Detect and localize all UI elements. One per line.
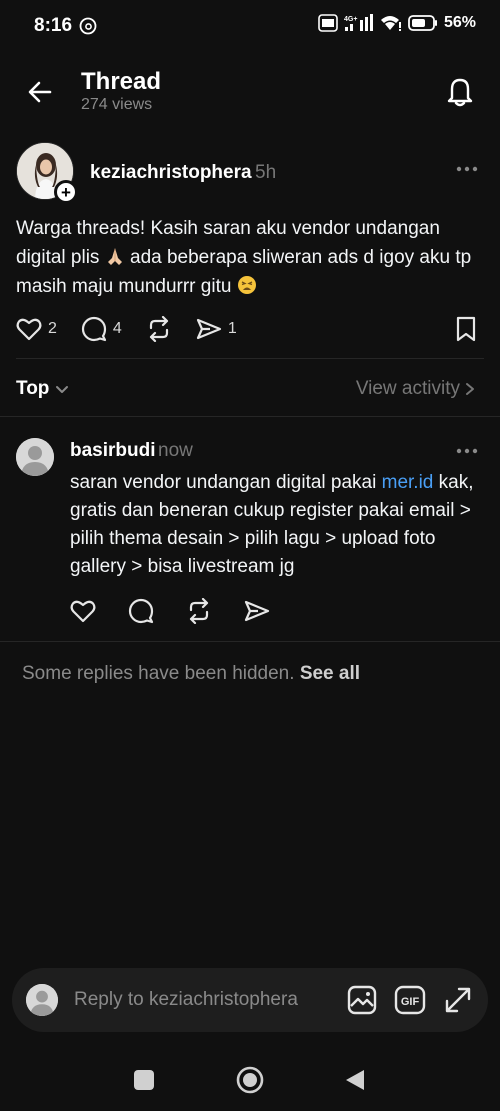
reply-username[interactable]: basirbudi (70, 440, 156, 462)
system-nav-bar (0, 1050, 500, 1111)
bell-icon[interactable] (444, 74, 476, 108)
wifi-icon (380, 16, 401, 31)
home-button[interactable] (236, 1066, 264, 1094)
reply-text: saran vendor undangan digital pakai mer.… (70, 469, 490, 581)
more-icon[interactable] (456, 446, 478, 456)
nav-back-icon[interactable] (344, 1068, 366, 1092)
comment-count: 4 (112, 320, 122, 337)
send-icon (196, 318, 221, 340)
composer-avatar (26, 984, 58, 1016)
post-actions: 2 4 1 (16, 316, 261, 342)
status-time: 8:16 (34, 15, 73, 36)
share-count: 1 (227, 320, 237, 337)
post-username[interactable]: keziachristophera (90, 162, 252, 184)
battery-percent: 56% (443, 14, 476, 31)
post-text: Warga threads! Kasih saran aku vendor un… (16, 214, 486, 301)
see-all-link[interactable]: See all (300, 663, 360, 684)
follow-plus-button[interactable]: + (54, 180, 78, 204)
like-count: 2 (48, 320, 57, 337)
svg-text:4G+: 4G+ (344, 16, 357, 23)
reply-link[interactable]: mer.id (382, 472, 434, 493)
reply-actions (70, 598, 294, 624)
repost-icon (149, 316, 168, 342)
status-indicators: 4G+ 56% (318, 14, 476, 32)
like-button[interactable]: 2 (16, 317, 57, 341)
praying-hands-icon (107, 248, 122, 265)
volte-icon (318, 14, 338, 32)
post-avatar[interactable]: + (16, 142, 78, 204)
heart-icon (16, 318, 42, 341)
chevron-right-icon[interactable] (464, 382, 476, 396)
reply-composer: GIF (12, 968, 488, 1032)
comment-button[interactable]: 4 (81, 316, 122, 342)
reply-avatar[interactable] (16, 438, 54, 476)
view-activity-link[interactable]: View activity (356, 378, 460, 400)
default-avatar-icon (26, 984, 58, 1016)
reply-input[interactable] (74, 968, 334, 1032)
reply-time: now (158, 440, 193, 461)
reply-repost-button[interactable] (186, 598, 212, 624)
page-title: Thread (81, 68, 162, 95)
bookmark-icon[interactable] (456, 316, 476, 342)
sort-row: Top View activity (0, 372, 500, 408)
repost-icon (189, 598, 209, 624)
post-time: 5h (255, 162, 277, 183)
sort-dropdown[interactable]: Top (16, 378, 49, 400)
gif-icon[interactable]: GIF (394, 984, 426, 1016)
reply-like-button[interactable] (70, 599, 96, 623)
comment-icon (81, 316, 107, 342)
divider (0, 416, 500, 417)
weary-face-icon (237, 276, 256, 294)
share-button[interactable]: 1 (196, 317, 237, 341)
repost-button[interactable] (146, 316, 172, 342)
header: Thread 274 views (0, 60, 500, 126)
views-count: 274 views (81, 96, 153, 113)
chevron-down-icon[interactable] (55, 382, 69, 396)
send-icon (244, 600, 270, 622)
divider (16, 358, 484, 359)
reply-comment-button[interactable] (128, 598, 154, 624)
status-bar: 8:16 4G+ 56% (0, 0, 500, 52)
svg-text:GIF: GIF (401, 996, 420, 1008)
signal-icon: 4G+ (344, 14, 373, 31)
divider (0, 641, 500, 642)
hidden-replies-note: Some replies have been hidden. See all (22, 663, 360, 685)
recents-button[interactable] (134, 1070, 154, 1090)
expand-icon[interactable] (442, 984, 474, 1016)
hidden-replies-text: Some replies have been hidden. (22, 663, 300, 684)
reply-share-button[interactable] (244, 599, 270, 623)
threads-app-icon (79, 17, 97, 35)
back-arrow-icon[interactable] (24, 76, 56, 108)
default-avatar-icon (16, 438, 54, 476)
image-icon[interactable] (346, 984, 378, 1016)
heart-icon (70, 600, 96, 623)
battery-icon (408, 15, 437, 31)
reply-text-part1: saran vendor undangan digital pakai (70, 472, 382, 493)
more-icon[interactable] (456, 164, 478, 174)
comment-icon (128, 598, 154, 624)
